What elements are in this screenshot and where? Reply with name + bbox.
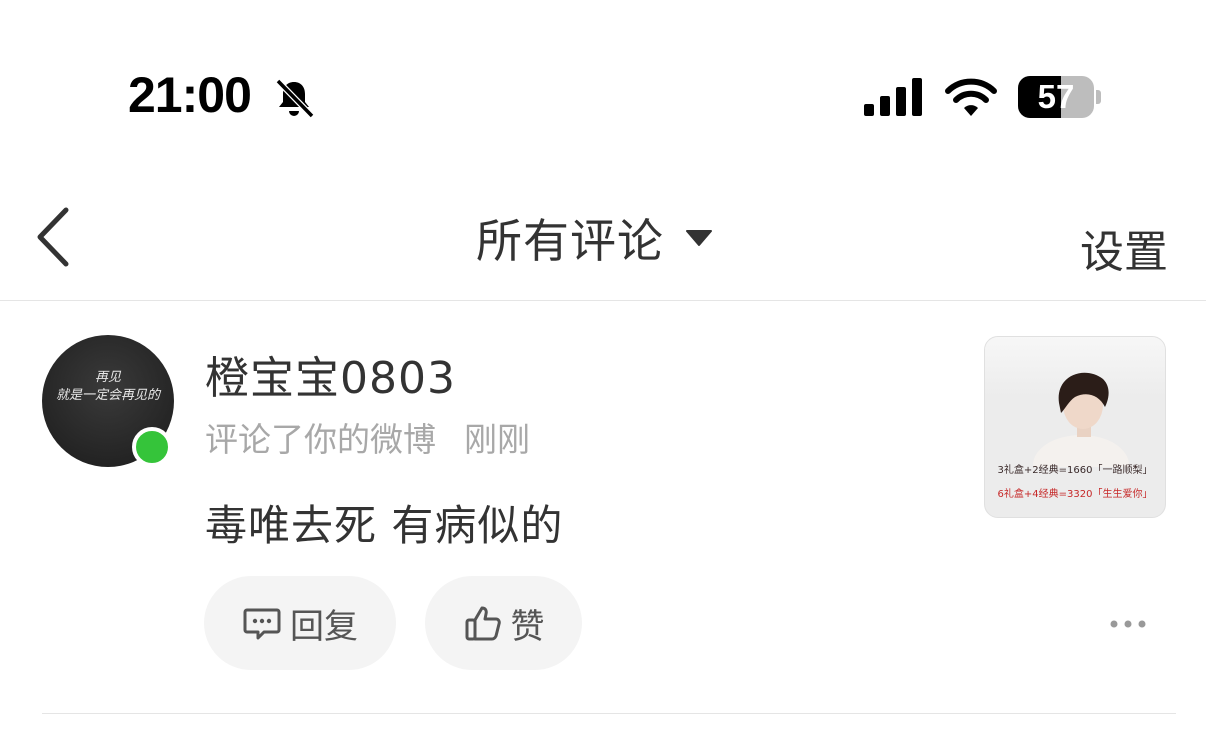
more-options-icon[interactable]: [1108, 616, 1148, 632]
comment-meta: 评论了你的微博 刚刚: [205, 413, 530, 461]
comment-divider: [42, 713, 1176, 714]
avatar-text-line1: 再见: [94, 370, 121, 385]
thumbs-up-icon: [465, 606, 501, 641]
avatar-text-line2: 就是一定会再见的: [55, 388, 160, 403]
battery-level: 57: [1037, 78, 1075, 115]
comment-text: 毒唯去死 有病似的: [205, 501, 564, 550]
battery-icon: 57: [1018, 76, 1094, 118]
settings-button[interactable]: 设置: [1080, 216, 1168, 280]
status-time: 21:00: [128, 67, 252, 123]
comment-filter-dropdown[interactable]: 所有评论: [476, 208, 712, 268]
online-status-dot: [132, 427, 172, 467]
comment-time: 刚刚: [464, 420, 530, 459]
wifi-icon: [945, 78, 997, 116]
reply-label: 回复: [290, 606, 358, 647]
status-bar: 21:00 57: [0, 0, 1206, 190]
avatar-text: 再见 就是一定会再见的: [52, 369, 164, 405]
page-title: 所有评论: [476, 214, 664, 268]
comment-action: 评论了你的微博: [205, 420, 436, 459]
like-label: 赞: [510, 606, 545, 647]
like-button[interactable]: 赞: [425, 576, 582, 670]
thumbnail-person-image: [1033, 372, 1129, 467]
post-thumbnail[interactable]: 3礼盒+2经典=1660「一路顺梨」 6礼盒+4经典=3320「生生爱你」: [984, 336, 1166, 518]
battery-cap: [1096, 90, 1101, 104]
comment-bubble-icon: [243, 608, 281, 640]
thumbnail-text-line2: 6礼盒+4经典=3320「生生爱你」: [997, 489, 1153, 500]
nav-bar: 所有评论 设置: [0, 190, 1206, 302]
reply-button[interactable]: 回复: [204, 576, 396, 670]
back-chevron-icon[interactable]: [30, 206, 78, 268]
username[interactable]: 橙宝宝0803: [205, 342, 456, 406]
cellular-signal-icon: [864, 78, 922, 116]
caret-down-icon: [686, 230, 712, 246]
bell-muted-icon: [275, 78, 315, 119]
thumbnail-text-line1: 3礼盒+2经典=1660「一路顺梨」: [997, 465, 1153, 476]
nav-divider: [0, 300, 1206, 301]
